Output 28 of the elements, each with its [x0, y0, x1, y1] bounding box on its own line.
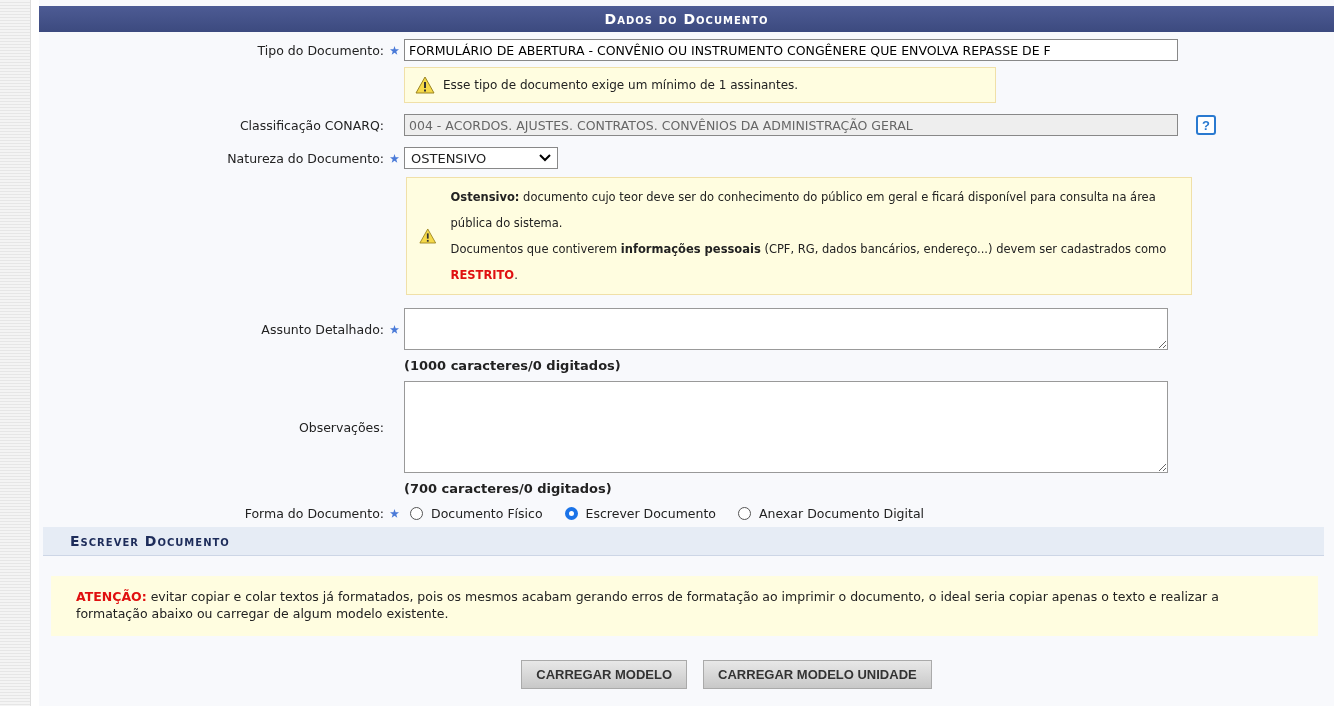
help-button[interactable]: ? [1196, 115, 1216, 135]
observations-textarea[interactable] [404, 381, 1168, 473]
classification-field[interactable]: 004 - ACORDOS. AJUSTES. CONTRATOS. CONVÊNIOS DA ADMINISTRAÇÃO GERAL [404, 114, 1178, 136]
field-label: Observações: [297, 419, 384, 435]
radio-option[interactable]: Escrever Documento [564, 506, 716, 521]
load-template-button[interactable]: CARREGAR MODELO UNIDADE [703, 660, 932, 689]
warning-text: Esse tipo de documento exige um mínimo de 1 assinantes. [443, 78, 799, 92]
document-type-field[interactable]: FORMULÁRIO DE ABERTURA - CONVÊNIO OU INSTRUMENTO CONGÊNERE QUE ENVOLVA REPASSE DE F [404, 39, 1178, 61]
field-label: Tipo do Documento: [256, 42, 384, 58]
attention-text: ATENÇÃO: evitar copiar e colar textos já formatados, pois os mesmos acabam gerando erros de formatação ao imprimir o documento, o ideal seria copiar apenas o texto e realizar a formatação abaixo ou carregar de algum modelo existente. [51, 576, 1318, 636]
nature-select[interactable]: OSTENSIVO [404, 147, 558, 169]
subject-textarea[interactable] [404, 308, 1168, 350]
warning-icon [415, 76, 435, 94]
field-label: Forma do Documento: [243, 506, 384, 521]
radio-option[interactable]: Anexar Documento Digital [738, 506, 925, 521]
chevron-icon [539, 154, 551, 162]
field-label: Natureza do Documento: [226, 150, 384, 166]
field-label: Classificação CONARQ: [238, 117, 384, 133]
subsection-title: Escrever Documento [43, 527, 1324, 556]
character-counter: (700 caracteres/0 digitados) [404, 481, 612, 496]
info-text: Ostensivo: documento cujo teor deve ser do conhecimento do público em geral e ficará disponível para consulta na área pública do sistema. [450, 189, 1157, 232]
info-text: Documentos que contiverem informações pessoais (CPF, RG, dados bancários, endereço...) devem ser cadastrados como RESTRITO. [450, 241, 1168, 284]
field-label: Assunto Detalhado: [260, 321, 384, 337]
character-counter: (1000 caracteres/0 digitados) [404, 358, 621, 373]
warning-icon [419, 227, 437, 245]
section-title: Dados do Documento [39, 6, 1334, 32]
radio-option[interactable]: Documento Físico [410, 506, 543, 521]
load-template-button[interactable]: CARREGAR MODELO [521, 660, 688, 689]
